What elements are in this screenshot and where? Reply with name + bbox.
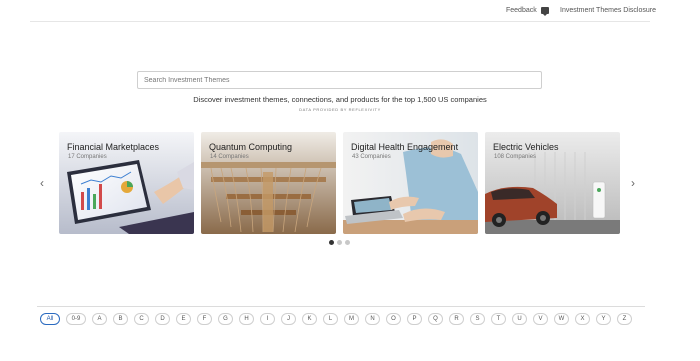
data-provider-note: DATA PROVIDED BY REFLEXIVITY	[299, 107, 381, 112]
letter-filter-f[interactable]: F	[197, 313, 212, 325]
carousel-dot[interactable]	[345, 240, 350, 245]
carousel-dot[interactable]	[337, 240, 342, 245]
header-divider	[30, 21, 650, 22]
letter-filter-k[interactable]: K	[302, 313, 317, 325]
letter-filter-s[interactable]: S	[470, 313, 485, 325]
letter-filter-y[interactable]: Y	[596, 313, 611, 325]
carousel-dot[interactable]	[329, 240, 334, 245]
chevron-left-icon[interactable]: ‹	[40, 176, 44, 190]
letter-filter-g[interactable]: G	[218, 313, 233, 325]
feedback-label: Feedback	[506, 7, 537, 14]
card-title: Financial Marketplaces	[67, 142, 160, 152]
letter-filter-j[interactable]: J	[281, 313, 296, 325]
letter-filter-l[interactable]: L	[323, 313, 338, 325]
letter-filter-n[interactable]: N	[365, 313, 380, 325]
theme-card-electric-vehicles[interactable]: Electric Vehicles 108 Companies	[485, 132, 620, 234]
theme-card-financial-marketplaces[interactable]: Financial Marketplaces 17 Companies	[59, 132, 194, 234]
letter-filter-z[interactable]: Z	[617, 313, 632, 325]
card-count: 17 Companies	[68, 154, 107, 160]
letter-filter-all[interactable]: All	[40, 313, 60, 325]
letter-filter-i[interactable]: I	[260, 313, 275, 325]
letter-filter-t[interactable]: T	[491, 313, 506, 325]
feedback-link[interactable]: Feedback	[506, 7, 549, 16]
letter-filter-c[interactable]: C	[134, 313, 149, 325]
carousel-pagination	[329, 240, 350, 245]
letter-filter-a[interactable]: A	[92, 313, 107, 325]
letter-filter-e[interactable]: E	[176, 313, 191, 325]
letter-filter-h[interactable]: H	[239, 313, 254, 325]
card-title: Quantum Computing	[209, 142, 293, 152]
disclosure-link[interactable]: Investment Themes Disclosure	[560, 7, 656, 14]
letter-filter-w[interactable]: W	[554, 313, 569, 325]
letter-filter-0-9[interactable]: 0-9	[66, 313, 86, 325]
theme-card-digital-health-engagement[interactable]: Digital Health Engagement 43 Companies	[343, 132, 478, 234]
letter-filter-o[interactable]: O	[386, 313, 401, 325]
top-bar: Feedback Investment Themes Disclosure	[0, 0, 700, 22]
letter-filter-x[interactable]: X	[575, 313, 590, 325]
letter-filter-u[interactable]: U	[512, 313, 527, 325]
alphabet-filter: All 0-9 A B C D E F G H I J K L M N O P Q R S T U V W X Y Z	[40, 313, 632, 325]
card-title: Electric Vehicles	[493, 142, 559, 152]
letter-filter-q[interactable]: Q	[428, 313, 443, 325]
letter-filter-m[interactable]: M	[344, 313, 359, 325]
card-title: Digital Health Engagement	[351, 142, 459, 152]
card-count: 14 Companies	[210, 154, 249, 160]
chevron-right-icon[interactable]: ›	[631, 176, 635, 190]
letter-filter-p[interactable]: P	[407, 313, 422, 325]
letter-filter-r[interactable]: R	[449, 313, 464, 325]
card-count: 108 Companies	[494, 154, 537, 160]
tagline: Discover investment themes, connections,…	[193, 95, 487, 104]
alphabet-divider	[37, 306, 645, 307]
letter-filter-d[interactable]: D	[155, 313, 170, 325]
search-input[interactable]	[137, 71, 542, 89]
comment-icon	[540, 7, 549, 16]
letter-filter-v[interactable]: V	[533, 313, 548, 325]
theme-card-quantum-computing[interactable]: Quantum Computing 14 Companies	[201, 132, 336, 234]
card-count: 43 Companies	[352, 154, 391, 160]
letter-filter-b[interactable]: B	[113, 313, 128, 325]
